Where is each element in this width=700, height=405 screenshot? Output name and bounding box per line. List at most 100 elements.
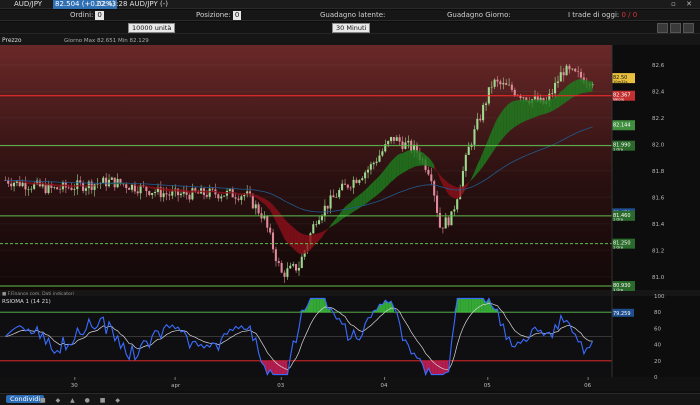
overbought-fill <box>379 304 383 313</box>
candle-body <box>467 146 470 155</box>
status-icons[interactable]: ■ ◆ ▲ ● ■ ◆ <box>40 396 124 405</box>
candle-body <box>349 187 352 189</box>
price-tag-subtext: 1 Ora <box>613 147 623 151</box>
ma-cloud-segment <box>549 98 553 113</box>
oversold-fill <box>278 360 282 375</box>
candle-body <box>352 179 355 188</box>
candle-body <box>476 118 479 130</box>
candle-body <box>522 97 525 99</box>
candle-body <box>148 191 151 195</box>
interval-select[interactable]: 30 Minuti <box>332 23 371 33</box>
candle-body <box>47 184 50 194</box>
candle-body <box>165 193 168 195</box>
ma-cloud-segment <box>540 99 544 115</box>
candle-body <box>389 137 393 142</box>
candle-body <box>110 177 113 180</box>
candle-body <box>297 267 300 271</box>
candle-body <box>473 129 476 145</box>
candle-body <box>162 193 165 198</box>
candle-body <box>277 261 280 264</box>
overbought-fill <box>468 298 472 313</box>
candle-body <box>102 177 105 184</box>
ma-cloud-segment <box>299 232 302 255</box>
orders-field[interactable]: Ordini: 0 <box>70 11 104 20</box>
candle-body <box>372 162 375 165</box>
candle-body <box>484 103 488 105</box>
indicator-header <box>0 290 700 296</box>
ma-cloud-segment <box>83 185 87 187</box>
ma-cloud-segment <box>391 158 394 182</box>
price-tick-label: 82.0 <box>652 142 665 148</box>
candle-body <box>105 177 108 187</box>
candle-body <box>493 79 496 87</box>
candle-body <box>496 79 499 82</box>
candle-body <box>433 181 436 196</box>
units-select[interactable]: 10000 unità <box>128 23 176 33</box>
position-value: 0 <box>232 11 242 20</box>
ma-cloud-segment <box>57 184 61 187</box>
ma-cloud-segment <box>497 113 501 145</box>
candle-body <box>490 86 493 88</box>
candle-body <box>171 191 174 196</box>
ma-cloud-segment <box>402 151 406 174</box>
tool-icon[interactable] <box>670 23 681 33</box>
candle-body <box>577 71 580 72</box>
ma-cloud-segment <box>19 181 23 183</box>
price-tag-label: 82.144 <box>613 122 631 128</box>
price-tick-label: 81.6 <box>652 195 665 201</box>
ma-cloud-segment <box>388 161 392 185</box>
window-controls[interactable]: ▫ ✕ <box>671 0 696 9</box>
candle-body <box>254 204 257 209</box>
candle-body <box>479 118 482 121</box>
order-bar: Ordini: 0 Posizione: 0 Guadagno latente: G… <box>0 10 700 21</box>
overbought-fill <box>477 298 481 313</box>
candle-body <box>427 169 430 175</box>
candle-body <box>271 232 275 250</box>
price-tick-label: 81.0 <box>652 275 665 281</box>
candle-body <box>436 195 439 213</box>
candle-body <box>551 93 554 94</box>
ma-cloud-segment <box>169 188 173 192</box>
candle-body <box>44 184 47 194</box>
candle-body <box>407 140 410 143</box>
candle-body <box>30 188 33 190</box>
candle-body <box>208 188 211 197</box>
candle-body <box>79 180 82 183</box>
candle-body <box>234 197 237 199</box>
ma-cloud-segment <box>555 94 559 110</box>
overbought-fill <box>460 298 464 313</box>
candle-body <box>73 189 76 190</box>
candle-body <box>283 272 286 277</box>
ma-cloud-segment <box>160 187 164 191</box>
ma-cloud-segment <box>181 189 184 192</box>
tool-icon[interactable] <box>657 23 668 33</box>
position-field[interactable]: Posizione: 0 <box>196 11 242 20</box>
tool-icon[interactable] <box>683 23 694 33</box>
ma-cloud-segment <box>543 100 547 115</box>
ma-cloud-segment <box>183 189 187 193</box>
indicator-tick-label: 80 <box>654 310 661 316</box>
ma-cloud-segment <box>414 149 417 167</box>
ma-cloud-segment <box>31 182 35 185</box>
share-button[interactable]: Condividi <box>6 395 45 403</box>
candle-body <box>562 72 565 76</box>
trades-label: I trade di oggi: <box>568 11 620 19</box>
ma-cloud-segment <box>523 99 527 122</box>
candle-body <box>387 141 390 145</box>
ma-cloud-segment <box>356 194 360 210</box>
overbought-fill <box>316 298 320 313</box>
oversold-fill <box>434 360 438 375</box>
candle-body <box>289 265 292 269</box>
ma-cloud-segment <box>578 79 582 95</box>
ma-cloud-segment <box>293 227 297 252</box>
ma-cloud-segment <box>529 100 533 120</box>
ma-cloud-segment <box>457 187 461 199</box>
ma-cloud-segment <box>155 187 158 190</box>
trades-field[interactable]: I trade di oggi: 0 / 0 <box>568 11 637 20</box>
ma-cloud-segment <box>560 89 564 106</box>
chart-area[interactable]: Prezzo Giorno Max 82.651 Min 82.129 ■ F.Fi… <box>0 34 700 393</box>
candle-body <box>482 104 485 121</box>
candle-body <box>398 137 401 142</box>
time-label: 22:43:28 AUD/JPY (-) <box>96 0 168 8</box>
candle-body <box>338 190 341 198</box>
